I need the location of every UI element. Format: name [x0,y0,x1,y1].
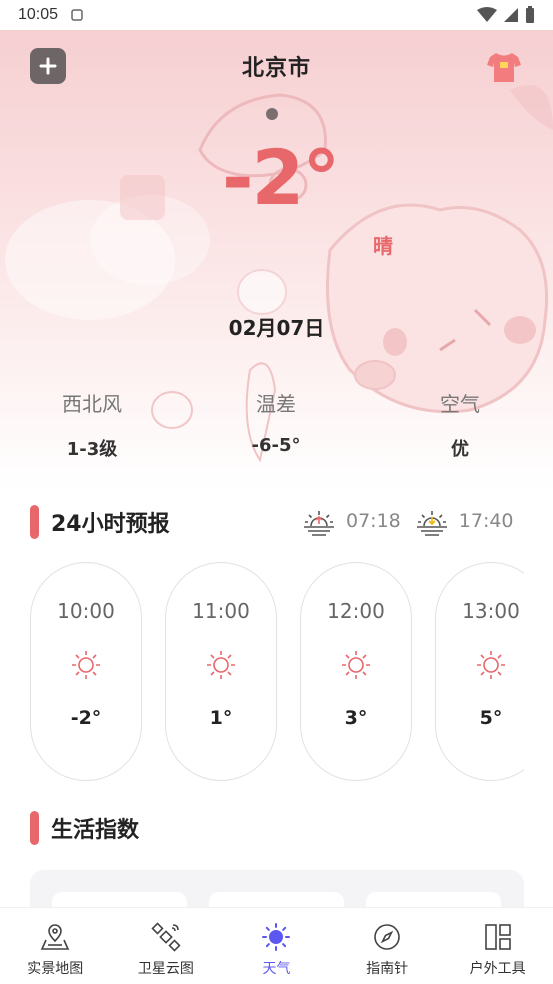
hour-time: 10:00 [57,599,115,623]
stat-wind: 西北风 1-3级 [0,388,184,461]
hourly-card[interactable]: 12:00 3° [300,562,412,781]
tools-icon [484,924,511,950]
nav-item-compass[interactable]: 指南针 [332,908,443,984]
wifi-icon [477,7,497,22]
hour-temp: 1° [209,707,233,729]
notification-icon [71,9,83,21]
weather-sun-icon [262,923,291,951]
bottom-navigation: 实景地图 卫星云图 天气 指南针 户外工具 [0,907,553,984]
city-name[interactable]: 北京市 [0,50,553,82]
current-temperature: -2° [222,133,340,222]
section-accent-bar [30,505,39,539]
sunset: 17:40 [415,506,514,536]
stat-air-quality: 空气 优 [368,388,552,461]
hourly-card[interactable]: 13:00 5° [435,562,524,781]
hourly-section-header: 24小时预报 [30,505,170,539]
life-section-header: 生活指数 [30,811,139,845]
status-bar: 10:05 [0,0,553,30]
stat-value: 1-3级 [66,439,118,460]
hourly-forecast-list[interactable]: 10:00 -2° 11:00 1° 12:00 3° 13:00 5° [30,562,524,782]
nav-item-weather[interactable]: 天气 [221,908,332,984]
hour-temp: -2° [70,707,102,729]
sunrise-time: 07:18 [346,510,401,532]
nav-item-satellite[interactable]: 卫星云图 [111,908,222,984]
satellite-icon [151,922,181,952]
weather-stats: 西北风 1-3级 温差 -6-5° 空气 优 [0,388,553,461]
stat-value: -6-5° [251,435,301,456]
compass-icon [374,924,400,950]
sunset-icon [416,511,447,536]
sun-icon [72,651,100,679]
sunset-time: 17:40 [458,510,514,532]
sun-icon [477,651,505,679]
sunrise: 07:18 [302,506,401,536]
battery-icon [526,6,534,23]
sun-icon [207,651,235,679]
nav-label: 卫星云图 [137,961,194,977]
nav-label: 实景地图 [27,961,84,977]
hour-temp: 3° [344,707,368,729]
nav-label: 户外工具 [469,961,526,977]
current-date: 02月07日 [228,316,325,340]
tshirt-icon[interactable] [486,50,522,84]
life-section-title: 生活指数 [51,818,140,843]
hour-time: 12:00 [327,599,385,623]
sun-times: 07:18 17:40 [302,506,528,536]
sun-icon [342,651,370,679]
stat-label: 温差 [256,392,296,416]
current-temperature-wrap: -2° [222,133,340,250]
stat-temp-range: 温差 -6-5° [184,388,368,461]
signal-icon [504,8,518,22]
hour-time: 11:00 [192,599,250,623]
stat-value: 优 [451,439,469,460]
nav-item-outdoor-tools[interactable]: 户外工具 [442,908,553,984]
nav-item-map[interactable]: 实景地图 [0,908,111,984]
hourly-card[interactable]: 11:00 1° [165,562,277,781]
section-accent-bar [30,811,39,845]
sunrise-icon [304,511,334,536]
nav-label: 天气 [262,961,291,977]
map-icon [41,924,70,950]
hour-time: 13:00 [462,599,520,623]
hourly-section-title: 24小时预报 [51,512,170,537]
current-weather-text: 晴 [373,234,393,258]
stat-label: 西北风 [62,392,122,416]
weather-hero: 北京市 -2° 晴 02月07日 西北风 1-3级 温差 -6-5° 空气 优 [0,30,553,490]
nav-label: 指南针 [366,961,409,977]
status-time: 10:05 [18,6,59,23]
stat-label: 空气 [440,392,480,416]
hour-temp: 5° [479,707,503,729]
hourly-card[interactable]: 10:00 -2° [30,562,142,781]
